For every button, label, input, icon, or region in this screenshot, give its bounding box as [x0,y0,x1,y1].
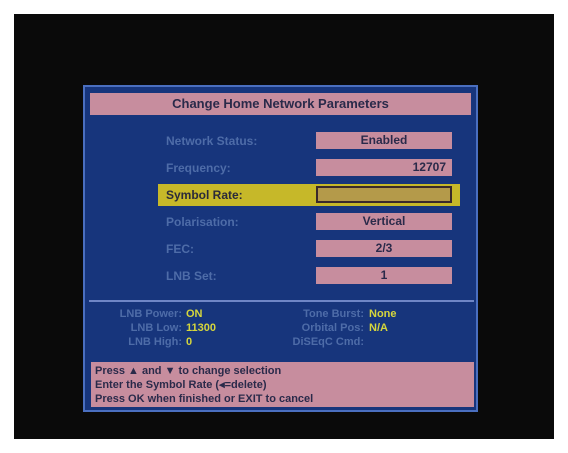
lnb-set-value[interactable]: 1 [316,267,452,284]
lnb-high-value: 0 [186,336,193,348]
orbital-pos-label: Orbital Pos: [301,322,364,334]
param-row-fec[interactable]: FEC: 2/3 [158,238,460,260]
dialog-title: Change Home Network Parameters [90,93,471,115]
param-row-network-status[interactable]: Network Status: Enabled [158,130,460,152]
lnb-power-label: LNB Power: [119,308,182,320]
param-row-polarisation[interactable]: Polarisation: Vertical [158,211,460,233]
lnb-low-value: 11300 [186,322,216,334]
help-line-confirm: Press OK when finished or EXIT to cancel [95,393,314,405]
lnb-high-label: LNB High: [128,336,182,348]
param-row-frequency[interactable]: Frequency: 12707 [158,157,460,179]
status-info: LNB Power: ON LNB Low: 11300 LNB High: 0… [85,307,475,352]
polarisation-label: Polarisation: [166,215,239,229]
help-line-entry: Enter the Symbol Rate (◂=delete) [95,379,267,391]
orbital-pos-value: N/A [369,322,388,334]
tone-burst-value: None [369,308,397,320]
network-status-value[interactable]: Enabled [316,132,452,149]
fec-label: FEC: [166,242,194,256]
divider [89,300,474,302]
network-parameters-dialog: Change Home Network Parameters Network S… [83,85,478,412]
lnb-set-label: LNB Set: [166,269,217,283]
fec-value[interactable]: 2/3 [316,240,452,257]
network-status-label: Network Status: [166,134,258,148]
tv-screen: Change Home Network Parameters Network S… [14,14,554,439]
frequency-value[interactable]: 12707 [316,159,452,176]
tone-burst-label: Tone Burst: [303,308,364,320]
lnb-power-value: ON [186,308,203,320]
symbol-rate-input[interactable] [316,186,452,203]
frequency-label: Frequency: [166,161,231,175]
help-line-navigation: Press ▲ and ▼ to change selection [95,365,282,377]
param-row-symbol-rate[interactable]: Symbol Rate: [158,184,460,206]
symbol-rate-label: Symbol Rate: [166,188,243,202]
help-box: Press ▲ and ▼ to change selection Enter … [91,362,474,407]
polarisation-value[interactable]: Vertical [316,213,452,230]
lnb-low-label: LNB Low: [130,322,182,334]
diseqc-cmd-label: DiSEqC Cmd: [292,336,365,348]
param-row-lnb-set[interactable]: LNB Set: 1 [158,265,460,287]
